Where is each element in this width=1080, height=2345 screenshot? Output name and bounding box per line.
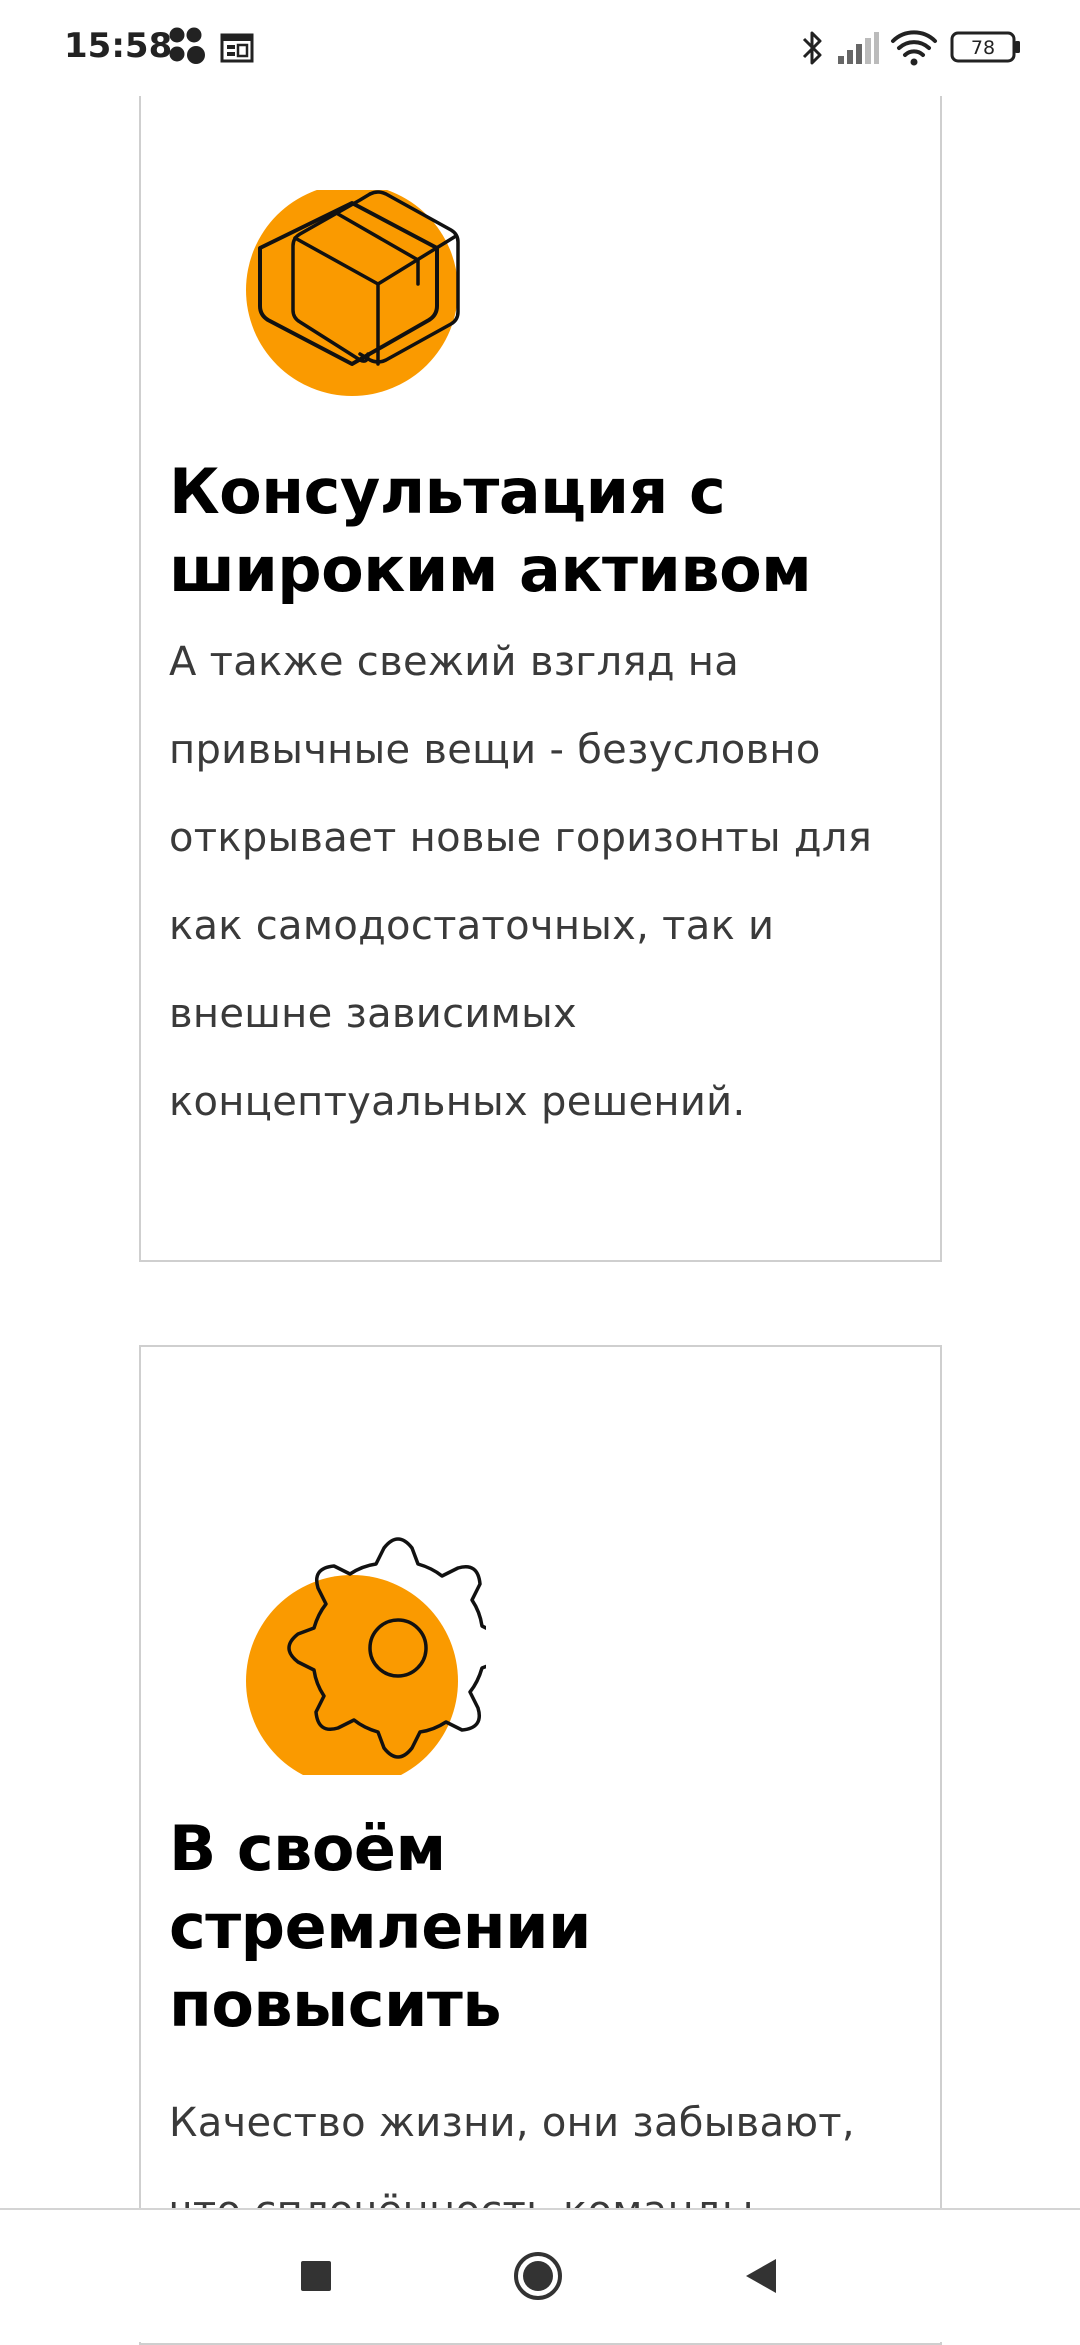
assistant-dots-icon — [168, 26, 208, 71]
status-bar: 15:58 78 — [0, 0, 1080, 96]
cellular-signal-icon — [836, 30, 880, 71]
recents-square-icon[interactable] — [256, 2210, 376, 2342]
navigation-bar — [0, 2208, 1080, 2342]
box-icon — [246, 184, 486, 435]
card-text: А также свежий взгляд на привычные вещи … — [169, 639, 873, 1125]
card-title: Консультация с широким активом — [169, 455, 812, 606]
bluetooth-icon — [800, 28, 824, 73]
home-circle-icon[interactable] — [478, 2210, 598, 2342]
gear-icon — [246, 1535, 509, 1787]
battery-level: 78 — [971, 37, 995, 59]
card-title: В своём стремлении повысить — [169, 1812, 591, 2041]
feature-card-quality: В своём стремлении повысить Качество жиз… — [139, 1345, 942, 2345]
calendar-notification-icon — [220, 32, 254, 69]
back-triangle-icon[interactable] — [700, 2210, 820, 2342]
wifi-icon — [890, 28, 938, 73]
battery-icon: 78 — [950, 30, 1022, 69]
feature-card-consultation: Консультация с широким активом А также с… — [139, 60, 942, 1262]
status-time: 15:58 — [64, 26, 173, 66]
